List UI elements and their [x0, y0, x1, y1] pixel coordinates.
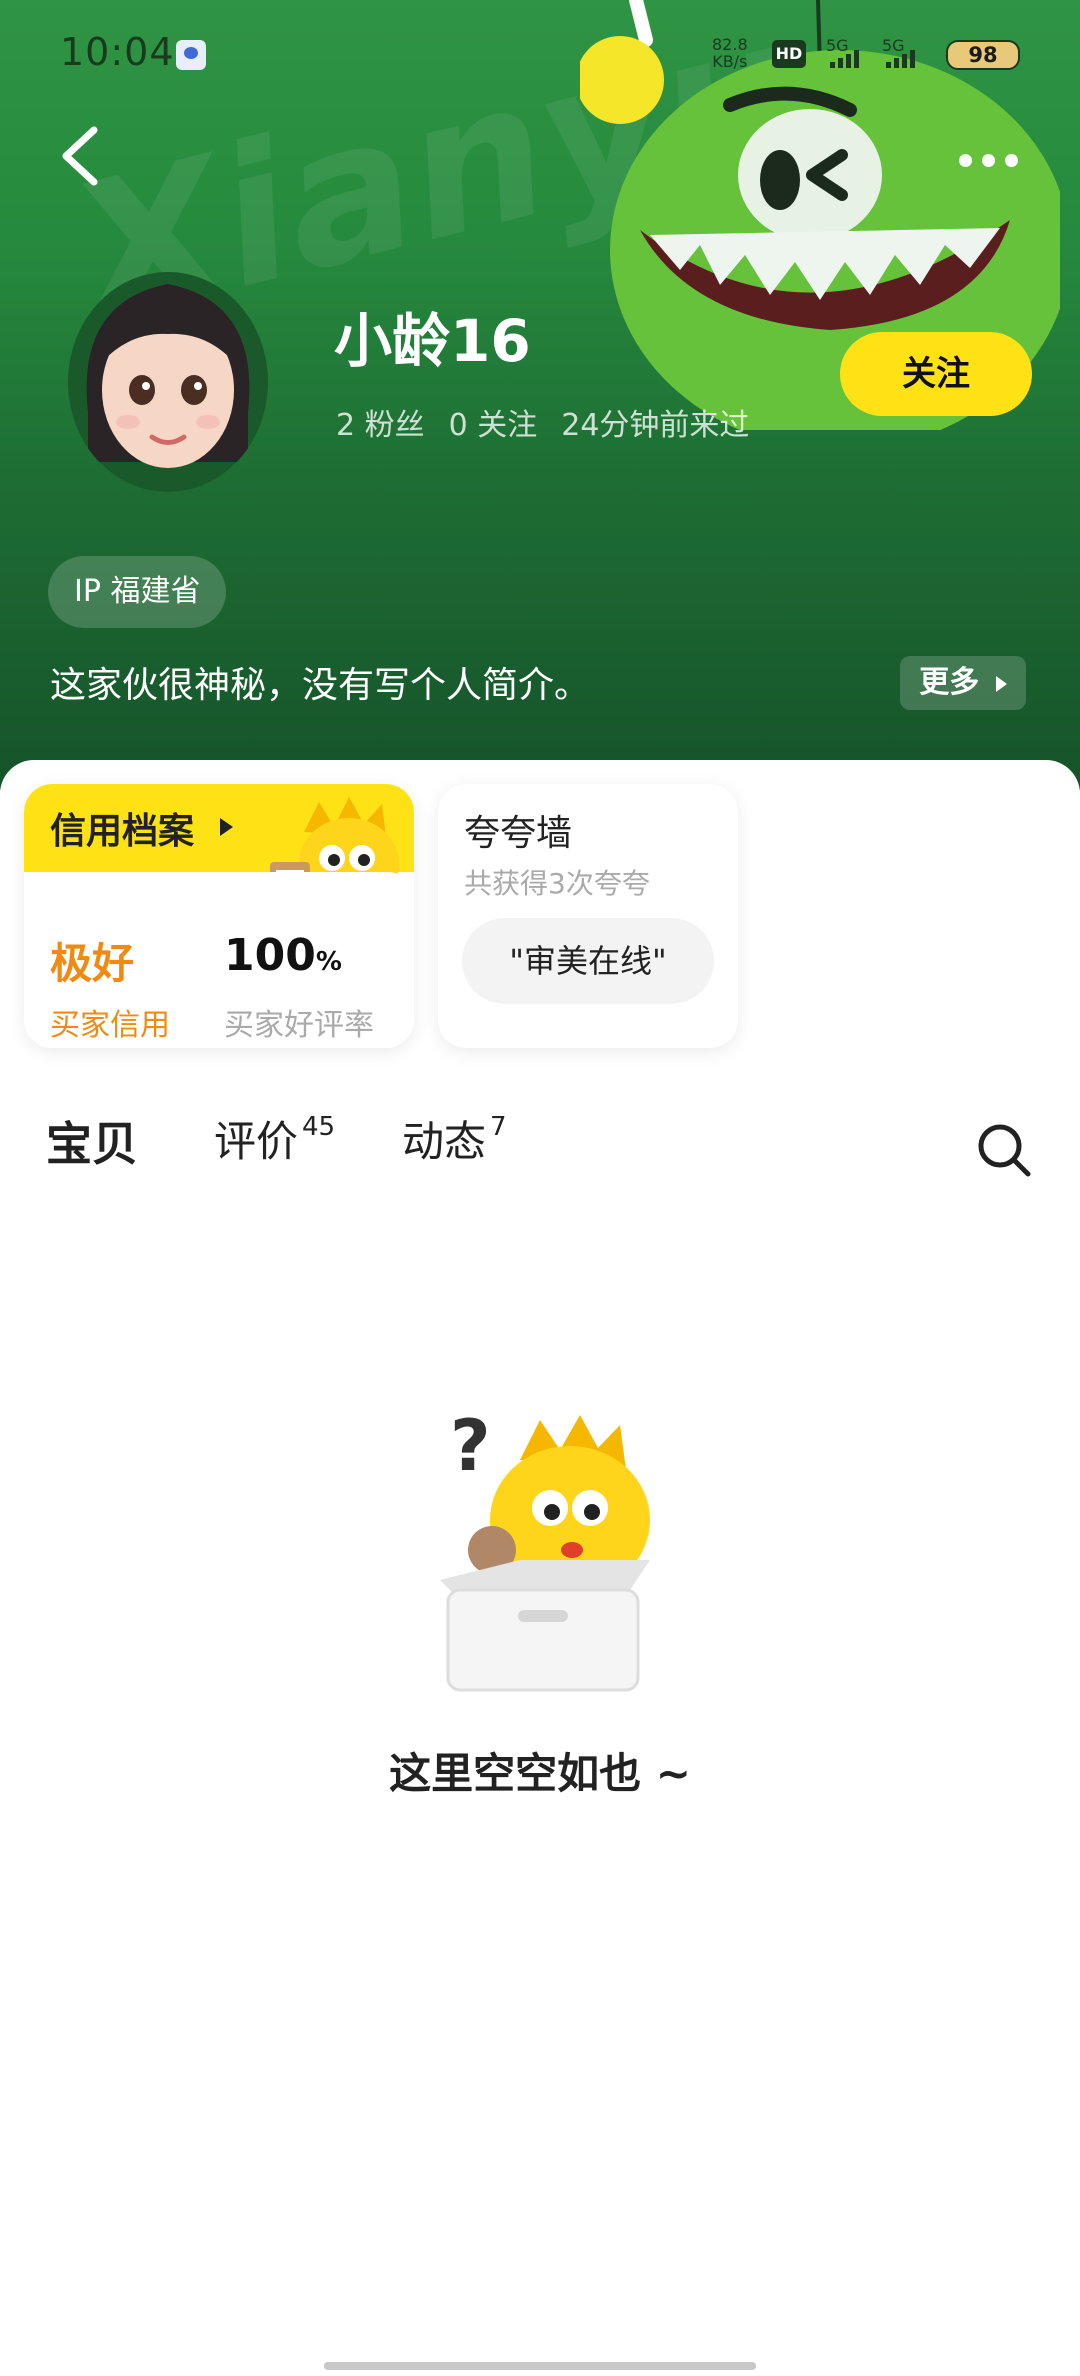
- signal-1-bars-icon: [830, 50, 859, 68]
- triangle-right-icon: [220, 818, 233, 836]
- profile-stats: 2 粉丝 0 关注 24分钟前来过: [336, 400, 749, 444]
- empty-box-mascot-illustration: ?: [440, 1405, 650, 1692]
- positive-rate-value: 100%: [224, 930, 342, 981]
- search-icon[interactable]: [976, 1122, 1032, 1178]
- hd-voice-icon: HD: [772, 40, 806, 68]
- last-seen: 24分钟前来过: [561, 408, 750, 443]
- ip-location-tag: IP 福建省: [48, 556, 227, 628]
- follow-button[interactable]: 关注: [840, 332, 1032, 416]
- positive-rate-label: 买家好评率: [224, 1008, 374, 1043]
- status-bar: 10:04 82.8 KB/s HD 5G 5G 98: [60, 30, 1020, 80]
- following-count[interactable]: 0 关注: [449, 400, 538, 444]
- credit-record-card[interactable]: 信用档案 极好 买家信用 100% 买家好评率: [24, 784, 414, 1048]
- avatar[interactable]: [66, 262, 270, 492]
- buyer-credit-value: 极好: [50, 939, 135, 988]
- more-button-label: 更多: [919, 665, 980, 700]
- tab-items[interactable]: 宝贝: [46, 1108, 148, 1176]
- empty-state-text: 这里空空如也 ~: [389, 1749, 691, 1798]
- tab-posts-count: 7: [490, 1112, 507, 1142]
- tab-reviews-count: 45: [302, 1112, 336, 1142]
- content-tabs: 宝贝 评价 45 动态 7: [46, 1108, 1046, 1198]
- baidu-app-icon: [176, 40, 206, 70]
- signal-2-bars-icon: [886, 50, 915, 68]
- profile-header: Xianyu 10:04 82.8 KB/s HD 5G 5G 98 小龄16 …: [0, 0, 1080, 790]
- positive-rate-unit: %: [315, 947, 342, 977]
- tab-reviews[interactable]: 评价 45: [214, 1108, 335, 1169]
- tab-posts[interactable]: 动态 7: [402, 1108, 507, 1169]
- home-indicator[interactable]: [324, 2362, 756, 2370]
- tab-reviews-label: 评价: [214, 1117, 299, 1166]
- praise-wall-title: 夸夸墙: [464, 813, 573, 854]
- username: 小龄16: [334, 307, 531, 375]
- more-button[interactable]: 更多: [900, 656, 1026, 710]
- tab-items-label: 宝贝: [46, 1117, 138, 1171]
- network-speed-unit: KB/s: [712, 52, 748, 71]
- fans-count[interactable]: 2 粉丝: [336, 400, 425, 444]
- praise-wall-subtitle: 共获得3次夸夸: [464, 867, 650, 900]
- praise-tag-chip: "审美在线": [462, 918, 714, 1004]
- network-speed: 82.8 KB/s: [712, 36, 748, 70]
- back-arrow-icon[interactable]: [58, 124, 102, 188]
- tab-posts-label: 动态: [402, 1117, 487, 1166]
- more-options-icon[interactable]: [952, 140, 1024, 180]
- triangle-right-icon: [995, 675, 1007, 692]
- praise-wall-card[interactable]: 夸夸墙 共获得3次夸夸 "审美在线": [438, 784, 738, 1048]
- profile-content: 信用档案 极好 买家信用 100% 买家好评率 夸夸墙 共获得3次夸夸 "审美在…: [0, 760, 1080, 2376]
- bio-text: 这家伙很神秘，没有写个人简介。: [50, 665, 591, 706]
- credit-card-title: 信用档案: [50, 811, 195, 852]
- positive-rate-number: 100: [224, 930, 316, 981]
- status-time: 10:04: [60, 30, 175, 74]
- buyer-credit-label: 买家信用: [50, 1008, 170, 1043]
- svg-text:?: ?: [450, 1405, 491, 1487]
- battery-icon: 98: [946, 40, 1020, 70]
